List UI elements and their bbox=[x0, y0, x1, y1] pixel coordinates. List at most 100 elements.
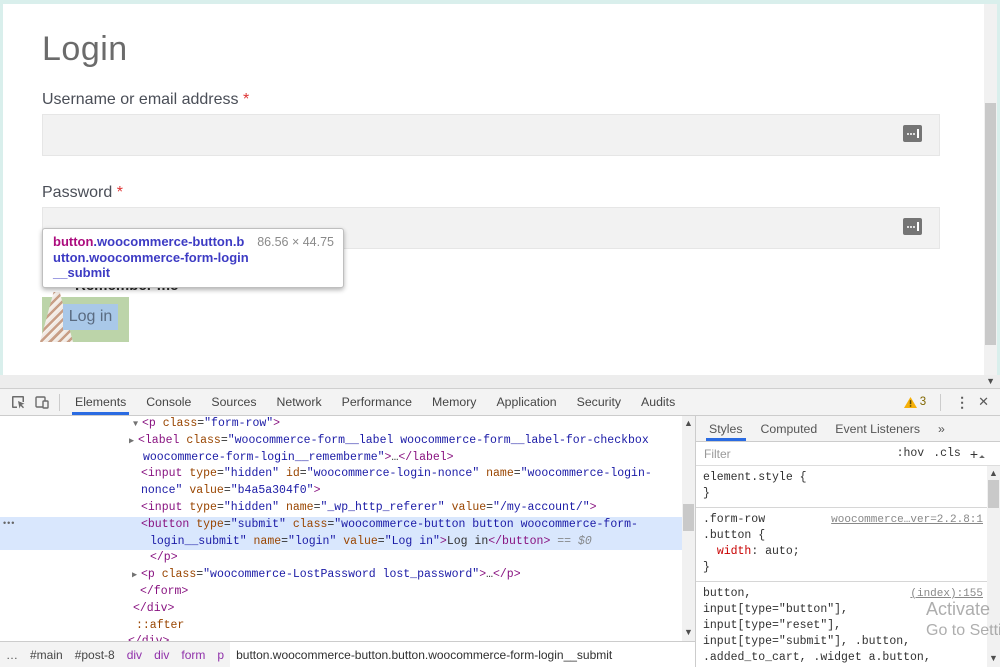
code-token: type bbox=[189, 467, 217, 480]
scroll-up-arrow-icon[interactable]: ▲ bbox=[989, 469, 998, 478]
toggle-classes[interactable]: .cls bbox=[933, 447, 961, 460]
warnings-badge[interactable]: 3 bbox=[904, 396, 926, 408]
code-line[interactable]: ::after bbox=[0, 618, 695, 635]
stylesheet-source-link[interactable]: woocommerce…ver=2.2.8:1 bbox=[825, 512, 983, 528]
code-token bbox=[156, 417, 163, 430]
styles-filter-row: :hov .cls + bbox=[696, 442, 1000, 466]
stylesheet-source-link[interactable]: (index):155 bbox=[904, 586, 983, 602]
code-line[interactable]: ▶<label class="woocommerce-form__label w… bbox=[0, 433, 695, 450]
code-token bbox=[286, 518, 293, 531]
breadcrumb-item[interactable]: div bbox=[148, 648, 175, 662]
code-token: > bbox=[273, 417, 280, 430]
tab-network[interactable]: Network bbox=[267, 389, 332, 415]
tab-sources[interactable]: Sources bbox=[201, 389, 266, 415]
viewport-scroll-strip[interactable]: ▼ bbox=[0, 375, 1000, 389]
styles-scrollbar-thumb[interactable] bbox=[988, 480, 999, 508]
style-rule: button,(index):155input[type="button"],i… bbox=[696, 582, 987, 667]
code-line[interactable]: <input type="hidden" name="_wp_http_refe… bbox=[0, 500, 695, 517]
code-token: </form> bbox=[140, 585, 188, 598]
tab-application[interactable]: Application bbox=[486, 389, 566, 415]
elements-tree: ▼<p class="form-row">▶<label class="wooc… bbox=[0, 416, 695, 641]
breadcrumb-item[interactable]: #main bbox=[24, 648, 69, 662]
code-line[interactable]: </div> bbox=[0, 634, 695, 641]
code-token: = bbox=[300, 467, 307, 480]
inspect-tooltip: button.woocommerce-button.b utton.woocom… bbox=[42, 228, 344, 288]
tooltip-dimensions: 86.56 × 44.75 bbox=[257, 235, 334, 251]
autofill-ellipsis-icon[interactable] bbox=[903, 125, 922, 142]
scroll-down-arrow-icon[interactable]: ▼ bbox=[986, 377, 995, 386]
elements-scrollbar[interactable]: ▲ ▼ bbox=[682, 416, 695, 641]
code-token: input[type="submit"], .button, bbox=[703, 635, 910, 648]
scroll-down-arrow-icon[interactable]: ▼ bbox=[989, 654, 998, 663]
code-token: = bbox=[486, 501, 493, 514]
username-input[interactable] bbox=[42, 114, 940, 156]
scroll-down-arrow-icon[interactable]: ▼ bbox=[684, 628, 693, 637]
page-scrollbar-thumb[interactable] bbox=[985, 103, 996, 345]
breadcrumb-item[interactable]: div bbox=[121, 648, 148, 662]
login-button-highlighted[interactable]: Log in bbox=[42, 297, 129, 342]
code-token: name bbox=[286, 501, 314, 514]
sidebar-tab-event-listeners[interactable]: Event Listeners bbox=[826, 416, 929, 441]
tab-audits[interactable]: Audits bbox=[631, 389, 685, 415]
code-line[interactable]: <button type="submit" class="woocommerce… bbox=[0, 517, 695, 534]
styles-scrollbar[interactable]: ▲ ▼ bbox=[987, 466, 1000, 667]
toolbar-separator bbox=[59, 394, 60, 411]
scroll-up-arrow-icon[interactable]: ▲ bbox=[684, 419, 693, 428]
code-line[interactable]: </p> bbox=[0, 550, 695, 567]
device-toolbar-icon[interactable] bbox=[30, 389, 54, 415]
code-line[interactable]: woocommerce-form-login__rememberme">…</l… bbox=[0, 450, 695, 467]
code-token: name bbox=[254, 535, 282, 548]
breadcrumb-item[interactable]: p bbox=[211, 648, 230, 662]
sidebar-tab-styles[interactable]: Styles bbox=[700, 416, 752, 441]
page-scrollbar[interactable] bbox=[984, 4, 997, 375]
code-line[interactable]: nonce" value="b4a5a304f0"> bbox=[0, 483, 695, 500]
code-token: = bbox=[378, 535, 385, 548]
code-token: = bbox=[281, 535, 288, 548]
code-line[interactable]: </form> bbox=[0, 584, 695, 601]
sidebar-tab-computed[interactable]: Computed bbox=[752, 416, 827, 441]
code-line[interactable]: login__submit" name="login" value="Log i… bbox=[0, 534, 695, 551]
code-token: = bbox=[224, 518, 231, 531]
code-token: input[type="reset"], bbox=[703, 619, 841, 632]
code-token: } bbox=[703, 487, 710, 500]
code-token: id bbox=[286, 467, 300, 480]
breadcrumb-item[interactable]: #post-8 bbox=[69, 648, 121, 662]
devtools-close-icon[interactable]: ✕ bbox=[978, 394, 989, 410]
breadcrumb-item[interactable]: … bbox=[0, 648, 24, 662]
breadcrumb-item[interactable]: button.woocommerce-button.button.woocomm… bbox=[230, 642, 695, 667]
new-style-rule-button[interactable]: + bbox=[970, 446, 978, 462]
autofill-ellipsis-icon[interactable] bbox=[903, 218, 922, 235]
username-label-text: Username or email address bbox=[42, 91, 239, 108]
code-token: ▶ bbox=[132, 567, 141, 584]
code-token: "form-row" bbox=[204, 417, 273, 430]
tab-performance[interactable]: Performance bbox=[332, 389, 422, 415]
code-token: "woocommerce-form__label woocommerce-for… bbox=[228, 434, 649, 447]
code-line[interactable]: <input type="hidden" id="woocommerce-log… bbox=[0, 466, 695, 483]
tab-memory[interactable]: Memory bbox=[422, 389, 486, 415]
inspect-element-icon[interactable] bbox=[6, 389, 30, 415]
tab-security[interactable]: Security bbox=[567, 389, 631, 415]
code-token: "login" bbox=[288, 535, 336, 548]
styles-rules-list: element.style {}.form-rowwoocommerce…ver… bbox=[696, 466, 987, 667]
code-token: ::after bbox=[136, 619, 184, 632]
login-button-content[interactable]: Log in bbox=[63, 304, 118, 330]
sidebar-tab-more[interactable]: » bbox=[929, 416, 954, 441]
code-token: "hidden" bbox=[224, 501, 279, 514]
code-line[interactable]: ▼<p class="form-row"> bbox=[0, 416, 695, 433]
tab-elements[interactable]: Elements bbox=[65, 389, 136, 415]
code-token: class bbox=[163, 417, 198, 430]
code-token: <input bbox=[141, 467, 182, 480]
breadcrumb-item[interactable]: form bbox=[175, 648, 211, 662]
styles-filter-input[interactable] bbox=[704, 447, 888, 461]
elements-scrollbar-thumb[interactable] bbox=[683, 504, 694, 531]
toggle-hover-state[interactable]: :hov bbox=[897, 447, 925, 460]
required-asterisk: * bbox=[243, 91, 249, 108]
code-token: nonce" bbox=[141, 484, 182, 497]
code-token bbox=[703, 545, 717, 558]
tab-console[interactable]: Console bbox=[136, 389, 201, 415]
devtools-menu-icon[interactable]: ⋮ bbox=[955, 394, 969, 411]
devtools-tabs: ElementsConsoleSourcesNetworkPerformance… bbox=[65, 389, 685, 415]
code-line[interactable]: ▶<p class="woocommerce-LostPassword lost… bbox=[0, 567, 695, 584]
code-line[interactable]: </div> bbox=[0, 601, 695, 618]
browser-viewport: Login Username or email address * Passwo… bbox=[0, 0, 1000, 375]
